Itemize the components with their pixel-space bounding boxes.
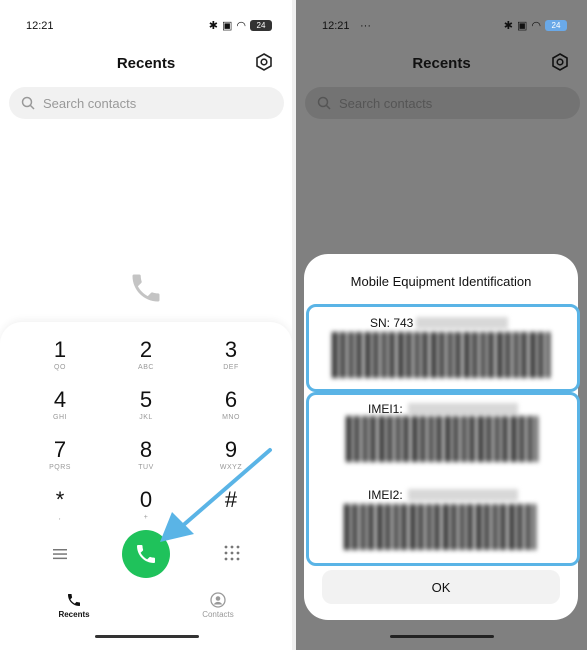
page-title: Recents [412,55,471,72]
home-indicator[interactable] [390,635,494,638]
identification-screen: 12:21 ··· ✱ ▣ ◠ 24 Recents Search contac… [296,0,587,650]
search-placeholder: Search contacts [339,95,433,111]
dialog-title: Mobile Equipment Identification [350,274,532,289]
battery-icon: 24 [545,20,567,31]
status-icons: ✱ ▣ ◠ 24 [504,19,567,32]
status-time: 12:21 [26,20,54,32]
imei1-value-redacted [408,403,518,415]
page-title: Recents [116,55,176,72]
annotation-arrow [150,440,280,555]
bluetooth-icon: ✱ [503,20,513,32]
key-star[interactable]: *, [20,488,100,523]
status-extra: ··· [360,20,371,32]
menu-icon[interactable] [53,547,67,565]
battery-icon: 24 [250,20,272,31]
status-icons: ✱ ▣ ◠ 24 [209,19,272,32]
key-1[interactable]: 1 QO [20,338,100,373]
search-icon [21,96,35,110]
search-placeholder: Search contacts [43,95,137,111]
key-5[interactable]: 5 JKL [106,388,186,423]
status-bar: 12:21 ✱ ▣ ◠ 24 [0,18,292,36]
tab-recents[interactable]: Recents [44,592,104,619]
tab-recents-label: Recents [58,610,90,619]
key-4[interactable]: 4 GHI [20,388,100,423]
ok-button[interactable]: OK [322,570,560,604]
search-input[interactable]: Search contacts [9,87,284,119]
sn-label: SN: 743 [370,316,414,330]
person-icon [210,592,226,608]
key-2[interactable]: 2 ABC [106,338,186,373]
search-icon [317,96,331,110]
tab-contacts[interactable]: Contacts [188,592,248,619]
status-time: 12:21 [322,20,350,32]
empty-phone-icon [128,270,164,311]
home-indicator[interactable] [95,635,199,638]
imei2-barcode [344,504,536,550]
imei1-label: IMEI1: [368,402,403,416]
imei2-label: IMEI2: [368,488,403,502]
nfc-icon: ▣ [516,20,528,32]
sn-value-redacted [416,317,508,329]
nfc-icon: ▣ [221,20,233,32]
sn-barcode [332,332,550,378]
equipment-id-dialog: Mobile Equipment Identification SN: 743 … [304,254,580,620]
key-6[interactable]: 6 MNO [191,388,271,423]
phone-icon [68,594,80,606]
settings-gear-icon[interactable] [551,53,569,71]
tab-contacts-label: Contacts [202,610,234,619]
key-3[interactable]: 3 DEF [191,338,271,373]
wifi-icon: ◠ [236,20,246,32]
search-input[interactable]: Search contacts [305,87,580,119]
imei1-barcode [346,416,538,462]
status-bar: 12:21 ··· ✱ ▣ ◠ 24 [296,18,587,36]
wifi-icon: ◠ [531,20,541,32]
key-7[interactable]: 7 PQRS [20,438,100,473]
settings-gear-icon[interactable] [255,53,273,71]
imei2-value-redacted [408,489,518,501]
bluetooth-icon: ✱ [208,20,218,32]
